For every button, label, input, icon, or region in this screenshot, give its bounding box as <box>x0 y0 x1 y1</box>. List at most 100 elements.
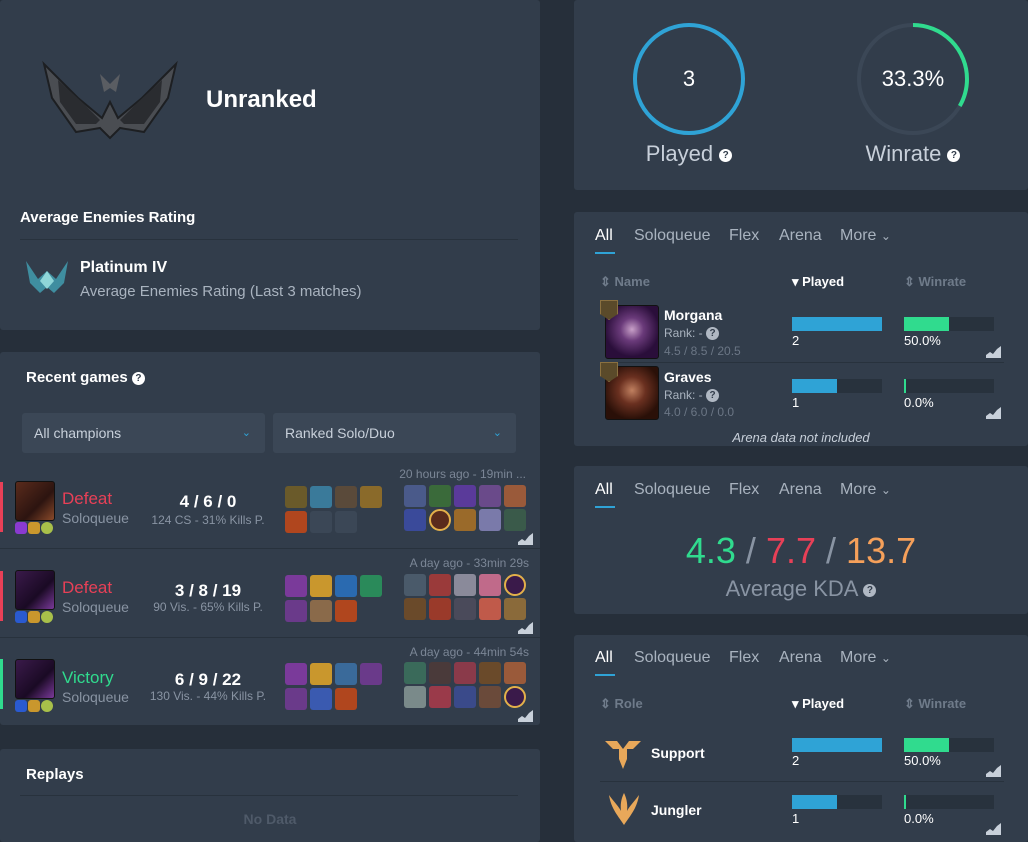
replays-empty: No Data <box>243 811 297 827</box>
player-icon <box>504 598 526 620</box>
queue-filter-select[interactable]: Ranked Solo/Duo ⌄ <box>273 413 516 453</box>
result-indicator <box>0 571 3 621</box>
player-icon <box>479 598 501 620</box>
played-bar <box>792 738 882 752</box>
game-queue: Soloqueue <box>62 599 129 615</box>
tab-arena[interactable]: Arena <box>779 227 822 245</box>
help-icon[interactable]: ? <box>947 148 961 162</box>
game-time: A day ago - 33min 29s <box>409 556 529 570</box>
game-row[interactable]: Defeat Soloqueue 4 / 6 / 0 124 CS - 31% … <box>0 466 540 548</box>
champion-filter-select[interactable]: All champions ⌄ <box>22 413 265 453</box>
role-name[interactable]: Support <box>651 745 705 761</box>
player-icon <box>479 574 501 596</box>
item-icon <box>285 663 307 685</box>
winrate-bar-fill <box>904 738 949 752</box>
sort-name-header[interactable]: ⇕ Name <box>600 274 650 290</box>
game-result: Victory <box>62 668 114 687</box>
sort-played-header[interactable]: ▾ Played <box>792 274 844 290</box>
tab-all[interactable]: All <box>595 481 613 499</box>
played-bar <box>792 317 882 331</box>
sort-role-header[interactable]: ⇕ Role <box>600 696 643 712</box>
tab-soloqueue[interactable]: Soloqueue <box>634 481 711 499</box>
played-count: 2 <box>792 333 800 348</box>
chart-icon[interactable] <box>986 765 1001 777</box>
tab-more[interactable]: More ⌄ <box>840 481 891 499</box>
player-icon <box>479 686 501 708</box>
champion-kda: 4.0 / 6.0 / 0.0 <box>664 405 735 419</box>
game-stats: 124 CS - 31% Kills P. <box>151 513 265 527</box>
played-bar-fill <box>792 379 837 393</box>
chart-icon[interactable] <box>518 533 533 545</box>
player-icon-self <box>504 686 526 708</box>
winrate-value: 33.3% <box>881 66 945 91</box>
tab-soloqueue[interactable]: Soloqueue <box>634 227 711 245</box>
kda-kills: 4.3 <box>685 530 736 571</box>
game-row[interactable]: Victory Soloqueue 6 / 9 / 22 130 Vis. - … <box>0 645 540 727</box>
played-bar <box>792 795 882 809</box>
role-name[interactable]: Jungler <box>651 802 702 818</box>
tab-flex[interactable]: Flex <box>729 649 759 667</box>
champion-name[interactable]: Morgana <box>664 307 722 323</box>
item-icon <box>285 688 307 710</box>
item-icon <box>310 575 332 597</box>
divider <box>600 362 1004 363</box>
summoner-spell-icon <box>28 700 40 712</box>
help-icon[interactable]: ? <box>719 148 733 162</box>
kda-card: All Soloqueue Flex Arena More ⌄ 4.3 / 7.… <box>574 466 1028 614</box>
tab-more[interactable]: More ⌄ <box>840 227 891 245</box>
kda-label-text: Average KDA <box>725 576 858 601</box>
divider <box>0 548 540 549</box>
tab-all[interactable]: All <box>595 227 613 245</box>
chart-icon[interactable] <box>518 710 533 722</box>
tab-more[interactable]: More ⌄ <box>840 649 891 667</box>
player-icon <box>454 574 476 596</box>
summoner-spell-icon <box>15 611 27 623</box>
chart-icon[interactable] <box>986 407 1001 419</box>
help-icon[interactable]: ? <box>706 327 720 341</box>
kda-separator: / <box>826 530 837 571</box>
winrate-bar <box>904 317 994 331</box>
tab-arena[interactable]: Arena <box>779 649 822 667</box>
chevron-down-icon: ⌄ <box>241 427 251 439</box>
played-count: 1 <box>792 811 800 826</box>
sort-played-header[interactable]: ▾ Played <box>792 696 844 712</box>
winrate-value: 50.0% <box>904 333 941 348</box>
help-icon[interactable]: ? <box>706 389 720 403</box>
replays-title: Replays <box>26 766 84 783</box>
champion-name[interactable]: Graves <box>664 369 711 385</box>
winrate-label-text: Winrate <box>865 141 942 166</box>
kda-assists: 13.7 <box>846 530 917 571</box>
chart-icon[interactable] <box>518 622 533 634</box>
tab-flex[interactable]: Flex <box>729 227 759 245</box>
sort-winrate-header[interactable]: ⇕ Winrate <box>904 696 966 712</box>
chart-icon[interactable] <box>986 346 1001 358</box>
player-icon <box>429 662 451 684</box>
item-icon <box>335 486 357 508</box>
summoner-spell-icon <box>28 611 40 623</box>
tab-all[interactable]: All <box>595 649 613 667</box>
chart-icon[interactable] <box>986 823 1001 835</box>
game-row[interactable]: Defeat Soloqueue 3 / 8 / 19 90 Vis. - 65… <box>0 555 540 637</box>
recent-games-title: Recent games ? <box>26 369 145 386</box>
active-tab-indicator <box>595 252 615 254</box>
help-icon[interactable]: ? <box>131 371 145 385</box>
item-icon <box>360 486 382 508</box>
item-icon <box>335 575 357 597</box>
item-icon <box>310 688 332 710</box>
divider <box>600 781 1004 782</box>
rune-icon <box>41 700 53 712</box>
help-icon[interactable]: ? <box>863 583 877 597</box>
champion-portrait-graves <box>15 481 55 521</box>
tab-flex[interactable]: Flex <box>729 481 759 499</box>
support-role-icon <box>605 741 641 769</box>
chevron-down-icon: ⌄ <box>880 229 891 243</box>
game-time: A day ago - 44min 54s <box>409 645 529 659</box>
replays-card: Replays No Data <box>0 749 540 842</box>
player-icon <box>454 598 476 620</box>
sort-winrate-header[interactable]: ⇕ Winrate <box>904 274 966 290</box>
player-icon <box>404 598 426 620</box>
tab-arena[interactable]: Arena <box>779 481 822 499</box>
tab-more-label: More <box>840 227 877 244</box>
tab-soloqueue[interactable]: Soloqueue <box>634 649 711 667</box>
queue-filter-value: Ranked Solo/Duo <box>285 425 395 441</box>
